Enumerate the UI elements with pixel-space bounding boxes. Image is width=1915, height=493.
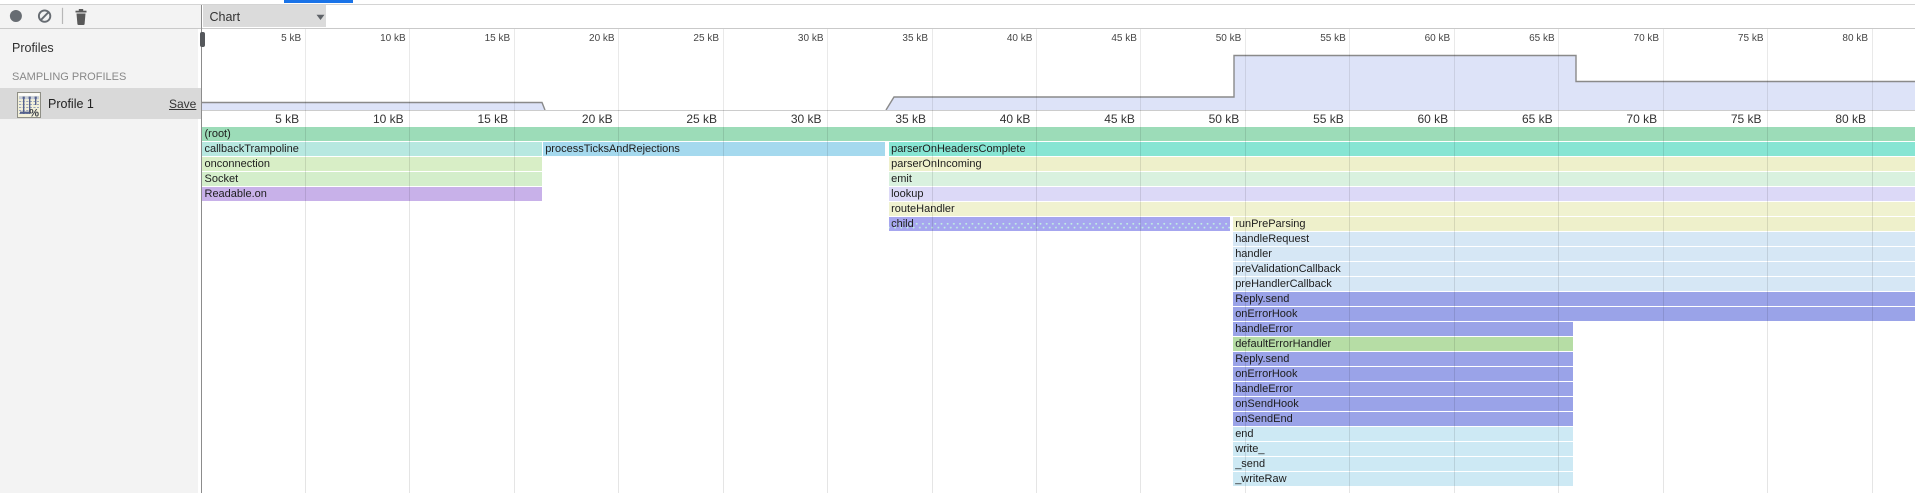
svg-text:%: % bbox=[29, 108, 39, 118]
